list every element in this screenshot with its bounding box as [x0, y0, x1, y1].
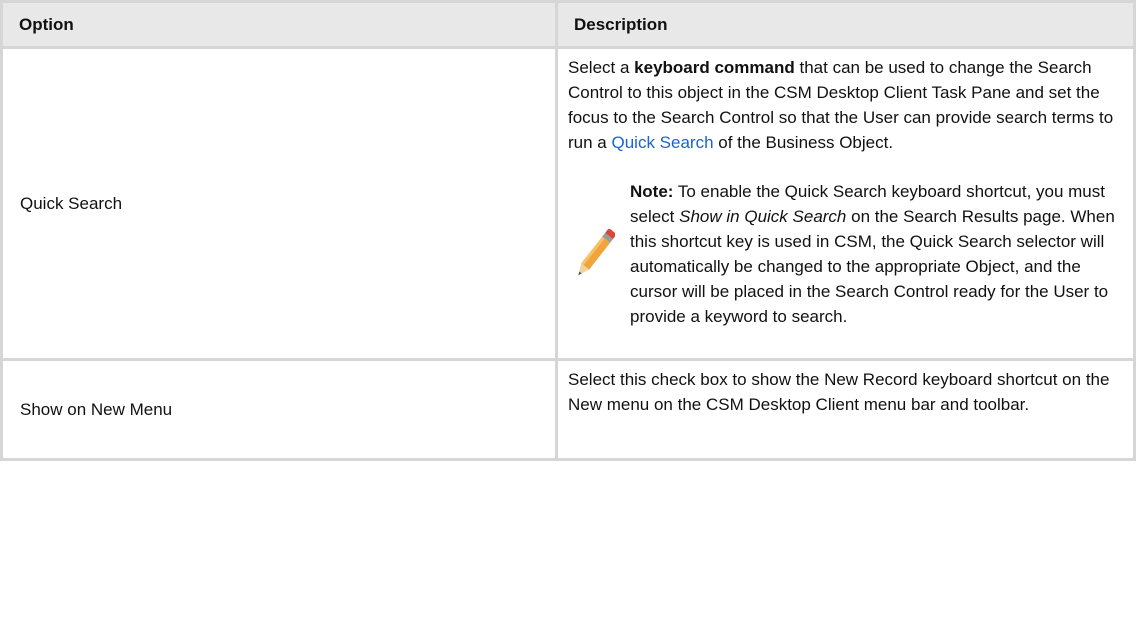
table-header-row: Option Description — [0, 0, 1136, 49]
option-cell: Quick Search — [0, 46, 558, 361]
keyboard-command-emphasis: keyboard command — [634, 58, 795, 77]
note-callout: Note: To enable the Quick Search keyboar… — [568, 179, 1131, 329]
show-in-quick-search-emphasis: Show in Quick Search — [679, 207, 847, 226]
description-text: Select a — [568, 58, 635, 77]
table-row: Quick Search Select a keyboard command t… — [0, 46, 1136, 361]
description-text: of the Business Object. — [713, 133, 894, 152]
options-table: Option Description Quick Search Select a… — [0, 0, 1136, 461]
quick-search-link[interactable]: Quick Search — [611, 133, 713, 152]
pencil-icon — [572, 223, 618, 285]
description-cell: Select this check box to show the New Re… — [555, 358, 1136, 461]
description-cell: Select a keyboard command that can be us… — [555, 46, 1136, 361]
option-column-header: Option — [0, 0, 558, 49]
option-cell: Show on New Menu — [0, 358, 558, 461]
table-row: Show on New Menu Select this check box t… — [0, 358, 1136, 461]
description-column-header: Description — [555, 0, 1136, 49]
description-paragraph: Select a keyboard command that can be us… — [568, 55, 1131, 155]
note-text: Note: To enable the Quick Search keyboar… — [630, 179, 1131, 329]
note-label: Note: — [630, 182, 674, 201]
